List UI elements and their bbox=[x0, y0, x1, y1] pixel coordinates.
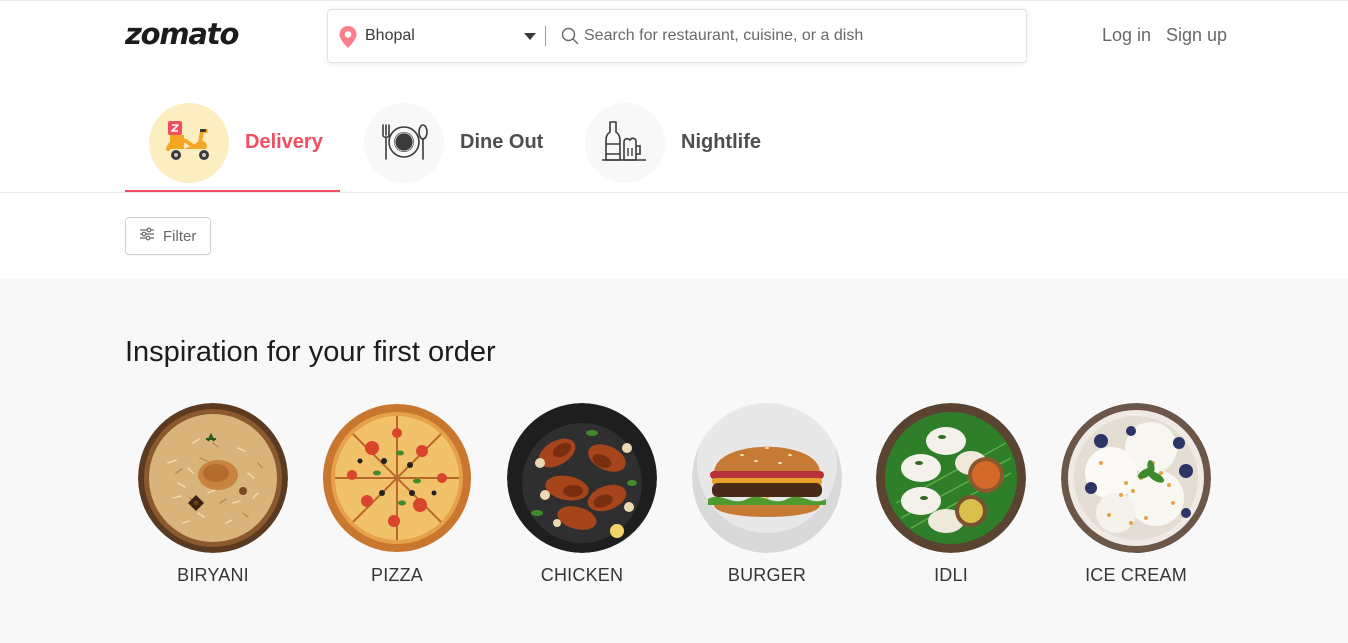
tab-nightlife[interactable]: Nightlife bbox=[585, 103, 761, 191]
tab-nightlife-label: Nightlife bbox=[681, 131, 761, 153]
location-pin-icon bbox=[338, 25, 358, 54]
chevron-down-icon[interactable] bbox=[524, 33, 536, 40]
search-input[interactable] bbox=[584, 22, 1004, 50]
tab-dine-out-label: Dine Out bbox=[460, 131, 544, 153]
top-border bbox=[0, 0, 1348, 1]
tab-nightlife-circle bbox=[585, 103, 665, 183]
food-item-ice-cream[interactable]: ICE CREAM bbox=[1061, 403, 1211, 586]
bottle-mug-icon bbox=[600, 116, 650, 171]
filter-label: Filter bbox=[163, 227, 197, 245]
pizza-image bbox=[322, 403, 472, 553]
ice-cream-image bbox=[1061, 403, 1211, 553]
plate-cutlery-icon bbox=[376, 113, 432, 174]
sliders-icon bbox=[139, 227, 155, 246]
zomato-logo[interactable]: zomato bbox=[125, 17, 239, 51]
idli-image bbox=[876, 403, 1026, 553]
chicken-image bbox=[507, 403, 657, 553]
food-item-label: CHICKEN bbox=[540, 565, 624, 585]
burger-image bbox=[692, 403, 842, 553]
food-item-label: PIZZA bbox=[370, 565, 423, 585]
tab-dine-out-circle bbox=[364, 103, 444, 183]
food-item-pizza[interactable]: PIZZA bbox=[322, 403, 472, 586]
scooter-icon bbox=[164, 117, 214, 170]
tab-dine-out[interactable]: Dine Out bbox=[364, 103, 543, 191]
food-item-label: IDLI bbox=[934, 565, 968, 585]
food-item-burger[interactable]: BURGER bbox=[692, 403, 842, 586]
inspiration-title: Inspiration for your first order bbox=[125, 336, 496, 368]
food-item-chicken[interactable]: CHICKEN bbox=[507, 403, 657, 586]
search-divider bbox=[545, 26, 546, 46]
tab-delivery-label: Delivery bbox=[245, 131, 323, 153]
inspiration-section: Inspiration for your first order BIRYANI bbox=[0, 279, 1348, 643]
filter-button[interactable]: Filter bbox=[125, 217, 211, 255]
tabs-divider bbox=[0, 192, 1348, 193]
food-item-label: BURGER bbox=[727, 565, 807, 585]
signup-link[interactable]: Sign up bbox=[1166, 25, 1227, 46]
tab-delivery-circle bbox=[149, 103, 229, 183]
food-item-biryani[interactable]: BIRYANI bbox=[138, 403, 288, 586]
tab-delivery[interactable]: Delivery bbox=[149, 103, 323, 191]
food-item-label: BIRYANI bbox=[177, 565, 249, 585]
biryani-image bbox=[138, 403, 288, 553]
food-item-idli[interactable]: IDLI bbox=[876, 403, 1026, 586]
food-item-label: ICE CREAM bbox=[1085, 565, 1187, 585]
location-selector[interactable]: Bhopal bbox=[365, 27, 415, 45]
search-icon bbox=[561, 27, 579, 50]
search-bar: Bhopal bbox=[327, 9, 1027, 63]
login-link[interactable]: Log in bbox=[1102, 25, 1151, 46]
